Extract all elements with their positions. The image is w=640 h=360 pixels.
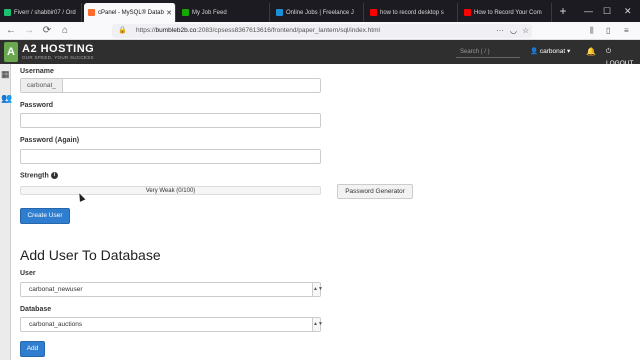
database-select[interactable]: carbonat_auctions ▲▼ <box>20 317 323 332</box>
tab-title: My Job Feed <box>192 9 227 16</box>
home-icon[interactable]: ⌂ <box>58 24 72 38</box>
lock-icon: 🔒 <box>118 27 127 34</box>
main-content: Username carbonat_ Password Password (Ag… <box>0 64 640 360</box>
upwork-favicon-icon <box>182 9 189 16</box>
logo-text: A2 HOSTING <box>22 43 95 55</box>
password-again-label: Password (Again) <box>20 137 80 144</box>
user-select-label: User <box>20 270 36 277</box>
forward-arrow-icon[interactable]: → <box>22 24 36 38</box>
tab-youtube-record-desktop[interactable]: how to record desktop s <box>366 3 458 22</box>
password-label: Password <box>20 102 54 109</box>
library-icon[interactable]: ⫼ <box>590 25 594 37</box>
url-path: :2083/cpsess8367613616/frontend/paper_la… <box>196 27 380 34</box>
twitter-favicon-icon <box>276 9 283 16</box>
close-window-button[interactable]: ✕ <box>624 3 632 19</box>
tab-cpanel-mysql[interactable]: cPanel - MySQL® Datab ✕ <box>84 3 176 22</box>
username-prefix: carbonat_ <box>21 79 63 92</box>
user-icon: 👤 <box>530 48 539 55</box>
strength-meter: Very Weak (0/100) <box>20 186 321 195</box>
bell-icon[interactable]: 🔔 <box>586 46 596 58</box>
cpanel-header: A A2 HOSTING OUR SPEED, YOUR SUCCESS Sea… <box>0 40 640 67</box>
add-button[interactable]: Add <box>20 341 45 357</box>
database-select-value: carbonat_auctions <box>29 321 83 328</box>
strength-label-row: Strength i <box>20 172 58 179</box>
pocket-icon[interactable]: ◡ <box>510 25 517 37</box>
chevron-down-icon: ▲▼ <box>312 318 323 331</box>
tab-fiverr[interactable]: Fiverr / shabbir07 / Ord <box>0 3 82 22</box>
database-select-label: Database <box>20 306 52 313</box>
tab-title: Online Jobs | Freelance J <box>286 9 354 16</box>
username-label: carbonat <box>539 48 566 55</box>
minimize-button[interactable]: — <box>584 3 593 19</box>
url-prefix: https:// <box>136 27 156 34</box>
logo-tagline: OUR SPEED, YOUR SUCCESS <box>22 55 94 60</box>
user-select[interactable]: carbonat_newuser ▲▼ <box>20 282 323 297</box>
username-label: Username <box>20 68 54 75</box>
youtube-favicon-icon <box>464 9 471 16</box>
tab-youtube-record-computer[interactable]: How to Record Your Com <box>460 3 552 22</box>
back-arrow-icon[interactable]: ← <box>4 24 18 38</box>
sidebar-toggle-icon[interactable]: ▯ <box>606 25 610 37</box>
page-actions-icon[interactable]: ··· <box>496 25 504 37</box>
a2-logo-icon[interactable]: A <box>4 42 18 62</box>
chevron-down-icon: ▲▼ <box>312 283 323 296</box>
reload-icon[interactable]: ⟳ <box>40 24 54 38</box>
bookmark-star-icon[interactable]: ☆ <box>522 25 529 37</box>
chevron-down-icon: ▾ <box>567 48 571 55</box>
fiverr-favicon-icon <box>4 9 11 16</box>
user-select-value: carbonat_newuser <box>29 286 83 293</box>
password-again-field[interactable] <box>20 149 321 164</box>
tab-title: cPanel - MySQL® Datab <box>98 9 164 16</box>
maximize-button[interactable]: ☐ <box>603 3 611 19</box>
password-generator-button[interactable]: Password Generator <box>337 184 413 199</box>
strength-label: Strength <box>20 172 49 180</box>
cpanel-favicon-icon <box>88 9 95 16</box>
search-input[interactable]: Search ( / ) <box>456 46 520 58</box>
youtube-favicon-icon <box>370 9 377 16</box>
tab-online-jobs[interactable]: Online Jobs | Freelance J <box>272 3 364 22</box>
add-user-to-database-heading: Add User To Database <box>20 247 161 263</box>
info-icon[interactable]: i <box>50 172 58 179</box>
logout-icon: ⏻ <box>606 48 612 55</box>
tab-title: Fiverr / shabbir07 / Ord <box>14 9 76 16</box>
browser-tab-bar: Fiverr / shabbir07 / Ord cPanel - MySQL®… <box>0 0 640 22</box>
user-menu[interactable]: 👤 carbonat ▾ <box>530 46 570 58</box>
close-tab-icon[interactable]: ✕ <box>166 9 172 17</box>
browser-nav-bar: ← → ⟳ ⌂ 🔒 https://bumbleb2b.co:2083/cpse… <box>0 22 640 40</box>
tab-job-feed[interactable]: My Job Feed <box>178 3 270 22</box>
new-tab-button[interactable]: + <box>556 4 570 18</box>
menu-icon[interactable]: ≡ <box>624 25 629 37</box>
tab-title: How to Record Your Com <box>474 9 542 16</box>
tab-title: how to record desktop s <box>380 9 444 16</box>
password-field[interactable] <box>20 113 321 128</box>
url-bar[interactable]: 🔒 https://bumbleb2b.co:2083/cpsess836761… <box>112 24 532 38</box>
url-domain: bumbleb2b.co <box>155 27 197 34</box>
create-user-button[interactable]: Create User <box>20 208 70 224</box>
username-field[interactable]: carbonat_ <box>20 78 321 93</box>
